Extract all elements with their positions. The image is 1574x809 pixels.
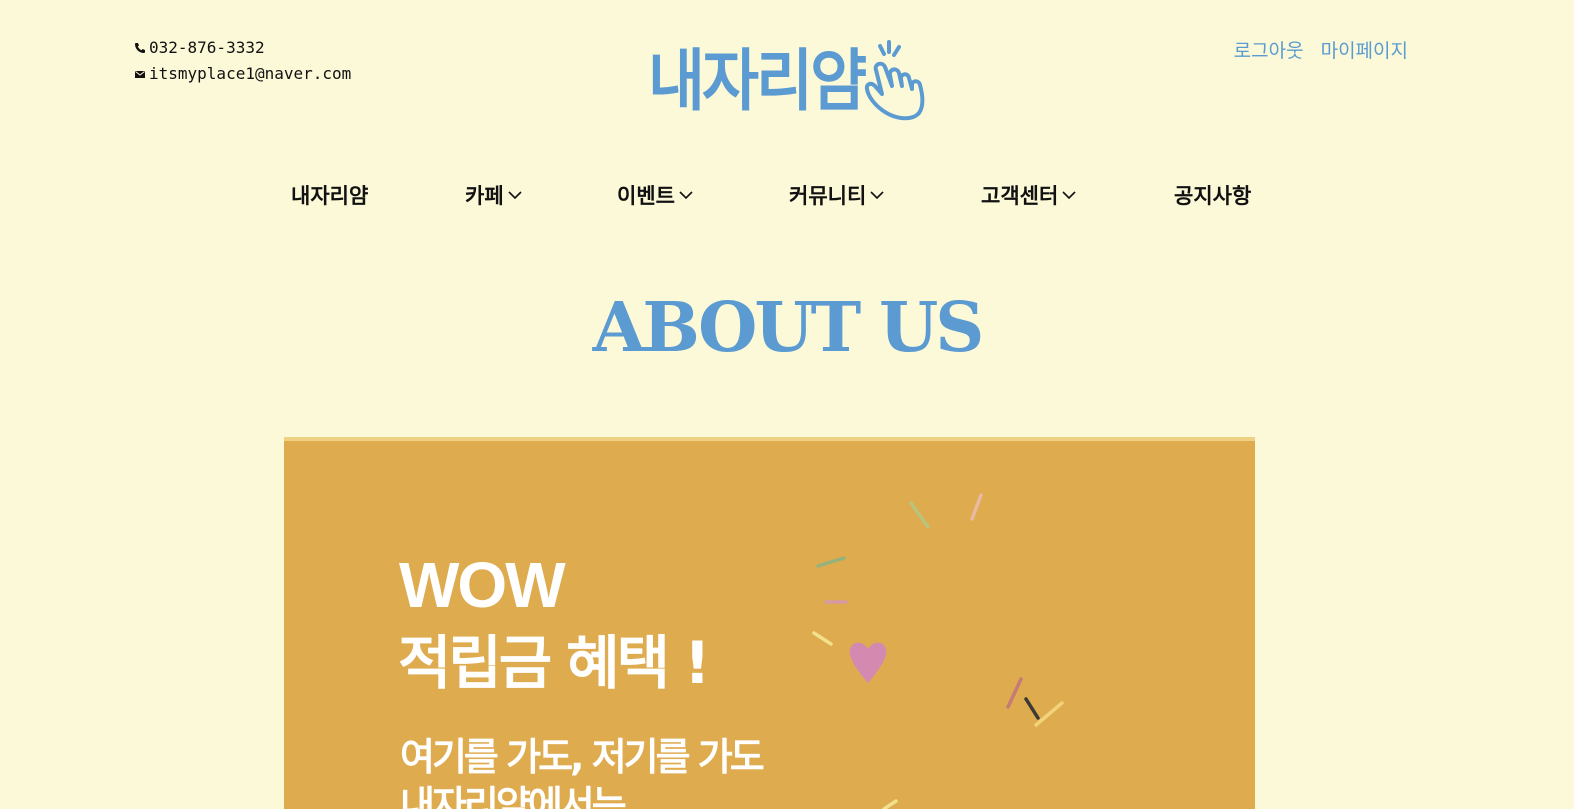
nav-item-label: 이벤트 bbox=[617, 184, 675, 208]
nav-item-label: 카페 bbox=[465, 184, 504, 208]
banner-line-2: 내자리얌에서는 bbox=[400, 783, 627, 809]
nav-item-label: 내자리얌 bbox=[291, 184, 369, 208]
chevron-down-icon bbox=[508, 191, 522, 200]
chevron-down-icon bbox=[1062, 191, 1076, 200]
contact-info: 032-876-3332 itsmyplace1@naver.com bbox=[134, 35, 351, 87]
nav-item-notice[interactable]: 공지사항 bbox=[1174, 180, 1251, 210]
nav-item-label: 커뮤니티 bbox=[789, 184, 867, 208]
phone-icon bbox=[135, 43, 145, 53]
pointing-hand-icon bbox=[865, 40, 925, 121]
user-links: 로그아웃 마이페이지 bbox=[1234, 36, 1408, 63]
nav-item-support[interactable]: 고객센터 bbox=[981, 180, 1076, 210]
main-nav: 내자리얌 카페 이벤트 커뮤니티 고객센터 공지사항 bbox=[0, 180, 1574, 210]
phone-row: 032-876-3332 bbox=[134, 35, 351, 61]
chevron-down-icon bbox=[870, 191, 884, 200]
chevron-down-icon bbox=[679, 191, 693, 200]
nav-item-event[interactable]: 이벤트 bbox=[617, 180, 693, 210]
nav-item-label: 고객센터 bbox=[981, 184, 1059, 208]
mypage-link[interactable]: 마이페이지 bbox=[1321, 36, 1408, 63]
nav-item-about[interactable]: 내자리얌 bbox=[291, 180, 368, 210]
logout-link[interactable]: 로그아웃 bbox=[1234, 36, 1304, 63]
page-title: ABOUT US bbox=[592, 288, 985, 368]
banner-line-1: 여기를 가도, 저기를 가도 bbox=[400, 735, 765, 779]
logo-text: 내자리얌 bbox=[648, 41, 867, 121]
banner-subheadline: 적립금 혜택 ! bbox=[398, 629, 711, 697]
phone-number: 032-876-3332 bbox=[149, 38, 265, 57]
banner-headline: WOW bbox=[399, 549, 566, 621]
mail-icon bbox=[135, 71, 145, 78]
email-row: itsmyplace1@naver.com bbox=[134, 61, 351, 87]
heart-icon bbox=[849, 642, 887, 683]
nav-item-label: 공지사항 bbox=[1174, 184, 1252, 208]
site-logo[interactable]: 내자리얌 bbox=[648, 38, 934, 126]
nav-item-community[interactable]: 커뮤니티 bbox=[789, 180, 884, 210]
event-banner[interactable]: WOW 적립금 혜택 ! 여기를 가도, 저기를 가도 내자리얌에서는 bbox=[284, 437, 1255, 809]
email-address: itsmyplace1@naver.com bbox=[149, 64, 352, 83]
nav-item-cafe[interactable]: 카페 bbox=[465, 180, 522, 210]
